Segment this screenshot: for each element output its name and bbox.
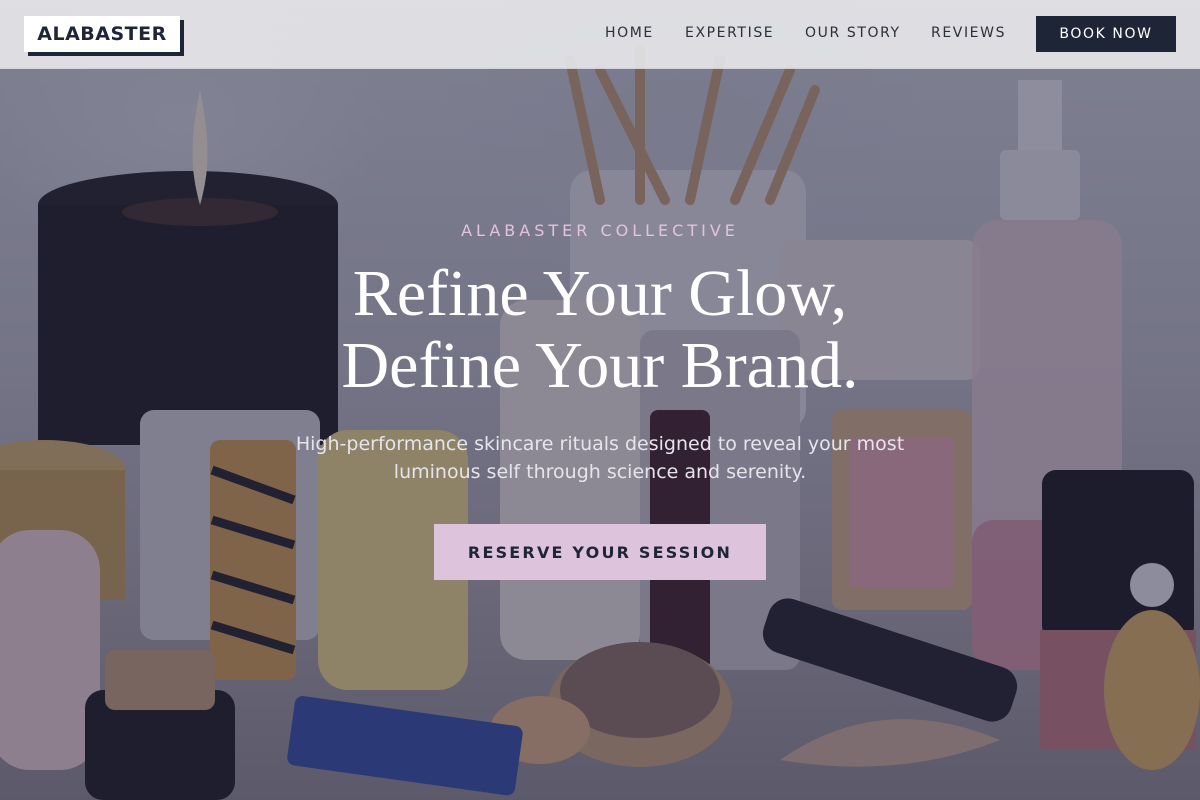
nav-item-home[interactable]: HOME [605, 25, 654, 41]
hero-eyebrow: ALABASTER COLLECTIVE [461, 221, 739, 240]
book-now-button[interactable]: BOOK NOW [1036, 16, 1176, 52]
hero-headline-line-1: Refine Your Glow, [352, 257, 848, 330]
hero-headline: Refine Your Glow, Define Your Brand. [0, 258, 1200, 402]
reserve-session-button[interactable]: RESERVE YOUR SESSION [434, 524, 766, 580]
main-nav: HOME EXPERTISE OUR STORY REVIEWS [0, 0, 1200, 69]
hero-headline-line-2: Define Your Brand. [341, 329, 859, 402]
nav-item-expertise[interactable]: EXPERTISE [685, 25, 774, 41]
nav-item-reviews[interactable]: REVIEWS [931, 25, 1006, 41]
nav-item-our-story[interactable]: OUR STORY [805, 25, 901, 41]
hero-subtext: High-performance skincare rituals design… [295, 433, 905, 483]
site-header: ALABASTER HOME EXPERTISE OUR STORY REVIE… [0, 0, 1200, 69]
